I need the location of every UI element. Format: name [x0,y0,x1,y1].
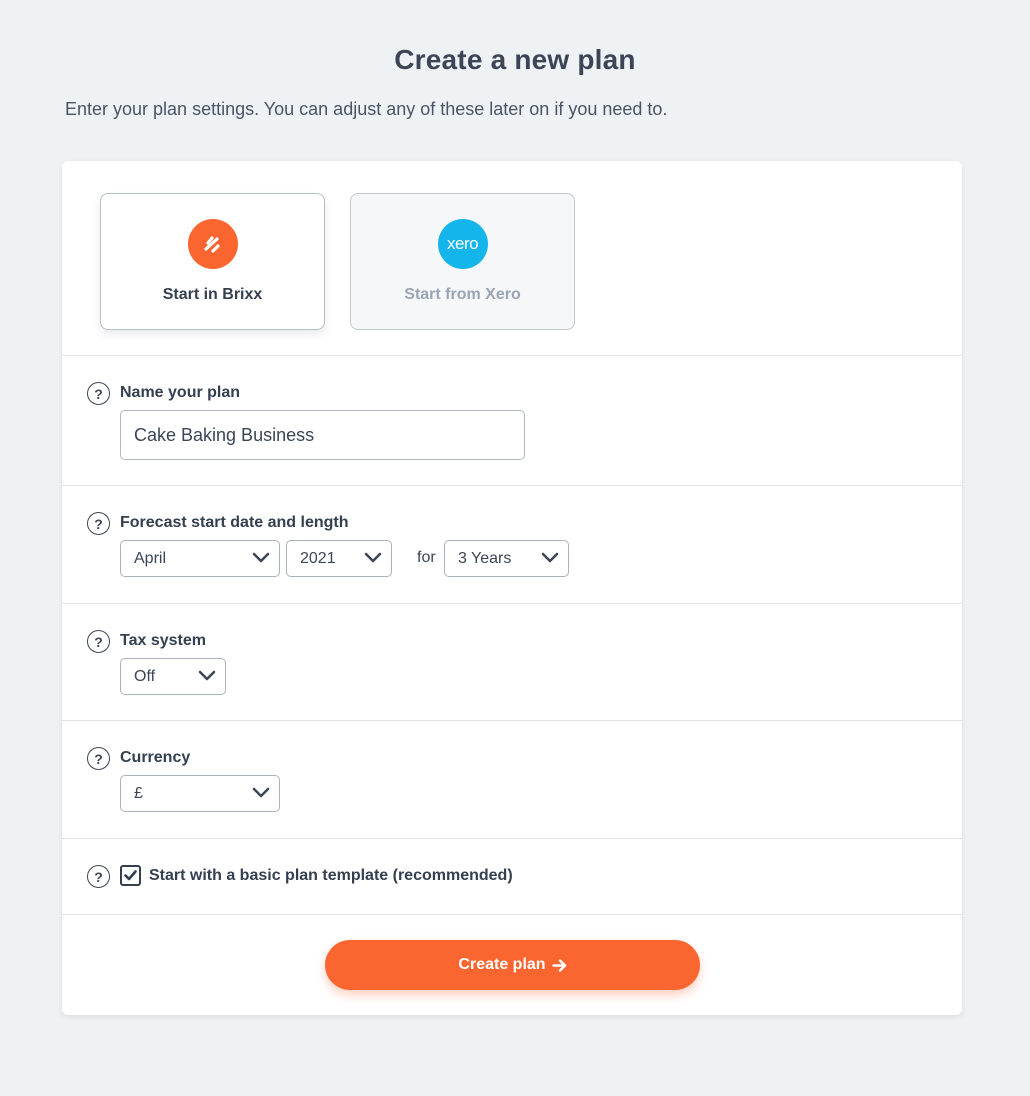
start-year-value: 2021 [300,550,336,567]
arrow-right-icon [551,958,566,972]
tax-system-select[interactable]: Off [120,658,226,695]
xero-logo-text: xero [446,234,479,253]
divider [62,720,962,721]
forecast-label: Forecast start date and length [120,514,349,531]
create-plan-label: Create plan [458,956,546,973]
start-in-brixx-label: Start in Brixx [162,286,263,303]
plan-settings-card: Start in Brixx xero Start from Xero ? Na… [62,161,962,1015]
chevron-down-icon [252,787,270,798]
forecast-length-select[interactable]: 3 Years [444,540,569,577]
tax-system-value: Off [134,668,156,685]
page-title: Create a new plan [394,44,636,75]
divider [62,603,962,604]
tax-system-label: Tax system [120,632,206,649]
forecast-length-value: 3 Years [458,550,512,567]
help-icon[interactable]: ? [87,382,110,405]
currency-label: Currency [120,749,191,766]
start-month-value: April [134,550,167,567]
help-icon[interactable]: ? [87,630,110,653]
template-checkbox-label: Start with a basic plan template (recomm… [149,867,513,884]
divider [62,355,962,356]
chevron-down-icon [252,552,270,563]
help-icon[interactable]: ? [87,865,110,888]
start-month-select[interactable]: April [120,540,280,577]
chevron-down-icon [541,552,559,563]
start-year-select[interactable]: 2021 [286,540,392,577]
for-label: for [417,549,436,566]
create-plan-button[interactable]: Create plan [325,940,700,990]
xero-logo-icon: xero [437,219,488,269]
plan-name-input[interactable] [120,410,525,460]
brixx-logo-icon [187,219,238,269]
divider [62,838,962,839]
page-subtitle: Enter your plan settings. You can adjust… [65,99,668,119]
help-icon[interactable]: ? [87,512,110,535]
currency-select[interactable]: £ [120,775,280,812]
divider [62,485,962,486]
checkmark-icon [124,870,137,881]
help-icon[interactable]: ? [87,747,110,770]
template-checkbox[interactable] [120,865,141,886]
start-in-brixx-option[interactable]: Start in Brixx [100,193,325,330]
currency-value: £ [134,785,143,802]
chevron-down-icon [198,670,216,681]
start-from-xero-label: Start from Xero [404,286,521,303]
chevron-down-icon [364,552,382,563]
divider [62,914,962,915]
start-from-xero-option[interactable]: xero Start from Xero [350,193,575,330]
plan-name-label: Name your plan [120,384,241,401]
